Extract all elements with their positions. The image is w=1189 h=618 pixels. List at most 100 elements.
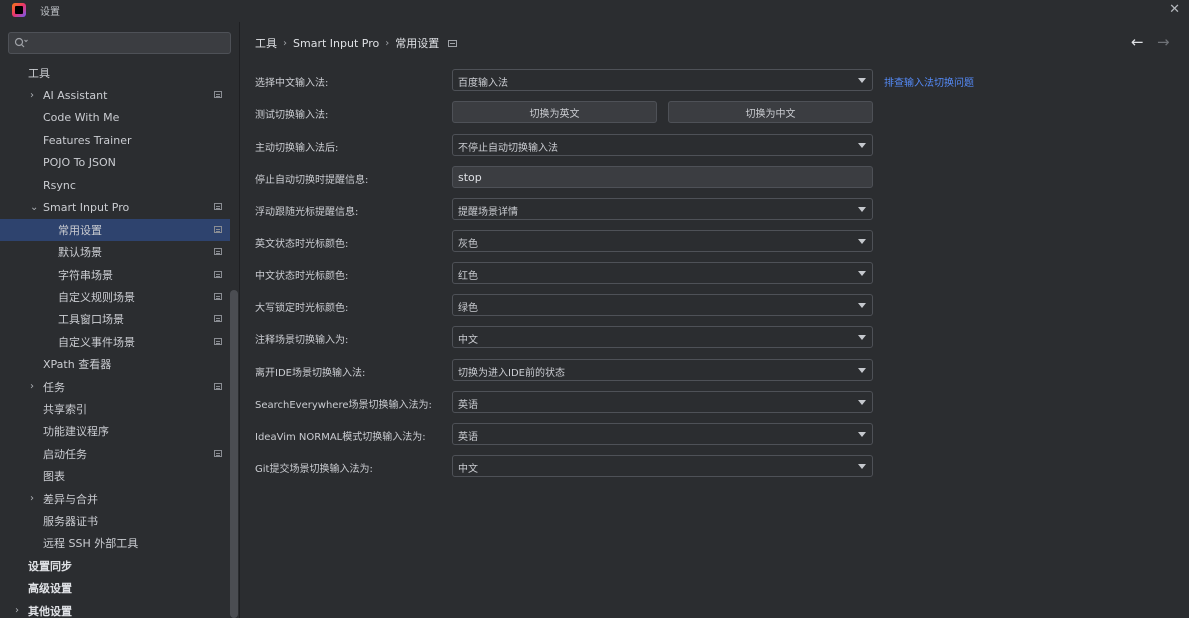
settings-search-box[interactable] [8, 32, 231, 54]
sidebar-item[interactable]: Code With Me [0, 107, 230, 129]
sidebar-item[interactable]: 服务器证书 [0, 510, 230, 532]
git-commit-label: Git提交场景切换输入法为: [255, 464, 373, 475]
project-level-icon [214, 449, 222, 457]
chevron-down-icon [858, 368, 866, 373]
ideavim-normal-select[interactable]: 英语 [452, 423, 873, 445]
chevron-right-icon[interactable]: › [30, 381, 34, 392]
chevron-down-icon[interactable]: ⌄ [30, 202, 38, 213]
search-everywhere-label: SearchEverywhere场景切换输入法为: [255, 400, 432, 411]
sidebar-item-label: 高级设置 [28, 582, 72, 596]
sidebar-item[interactable]: 工具 [0, 62, 230, 84]
sidebar-item[interactable]: 常用设置 [0, 218, 230, 241]
breadcrumb: 工具 › Smart Input Pro › 常用设置 [255, 35, 458, 51]
breadcrumb-item-current: 常用设置 [395, 37, 440, 50]
sidebar-item[interactable]: › 任务 [0, 376, 230, 398]
search-icon [14, 37, 28, 48]
sidebar-item[interactable]: › 其他设置 [0, 600, 230, 618]
sidebar-item-label: AI Assistant [43, 88, 108, 102]
git-commit-select[interactable]: 中文 [452, 455, 873, 477]
sidebar-item[interactable]: 启动任务 [0, 443, 230, 465]
sidebar-item-label: 自定义事件场景 [58, 335, 135, 349]
sidebar-item[interactable]: 自定义规则场景 [0, 286, 230, 308]
search-everywhere-select[interactable]: 英语 [452, 391, 873, 413]
sidebar-scrollbar[interactable] [230, 290, 238, 618]
sidebar-item[interactable]: XPath 查看器 [0, 353, 230, 375]
switch-to-english-button[interactable]: 切换为英文 [452, 101, 657, 123]
comment-scene-select[interactable]: 中文 [452, 326, 873, 348]
sidebar-item-label: 功能建议程序 [43, 425, 109, 439]
breadcrumb-item-plugin[interactable]: Smart Input Pro [293, 37, 379, 50]
sidebar-item[interactable]: 共享索引 [0, 398, 230, 420]
breadcrumb-separator: › [385, 37, 390, 49]
sidebar-item[interactable]: 工具窗口场景 [0, 308, 230, 330]
sidebar-item[interactable]: 默认场景 [0, 241, 230, 263]
sidebar-item[interactable]: 远程 SSH 外部工具 [0, 532, 230, 554]
ime-value: 百度输入法 [458, 78, 508, 89]
git-commit-value: 中文 [458, 464, 478, 475]
project-level-icon [214, 248, 222, 256]
sidebar-item-label: 启动任务 [43, 447, 87, 461]
sidebar-item[interactable]: 自定义事件场景 [0, 331, 230, 353]
sidebar-item-label: 自定义规则场景 [58, 291, 135, 304]
chevron-right-icon[interactable]: › [30, 90, 34, 101]
sidebar-item-label: POJO To JSON [43, 156, 116, 170]
breadcrumb-separator: › [283, 37, 287, 49]
after-manual-switch-select[interactable]: 不停止自动切换输入法 [452, 134, 873, 156]
project-level-icon [214, 293, 222, 300]
sidebar-item[interactable]: POJO To JSON [0, 152, 230, 174]
sidebar-item[interactable]: › AI Assistant [0, 84, 230, 106]
en-cursor-color-select[interactable]: 灰色 [452, 230, 873, 252]
stop-tip-input[interactable] [453, 167, 872, 187]
back-arrow-icon[interactable]: ← [1131, 33, 1144, 51]
ime-label: 选择中文输入法: [255, 78, 329, 89]
sidebar-item[interactable]: 图表 [0, 465, 230, 487]
sidebar-item[interactable]: Features Trainer [0, 129, 230, 151]
sidebar-item[interactable]: 高级设置 [0, 577, 230, 599]
window-title: 设置 [40, 6, 60, 18]
sidebar-item-label: Code With Me [43, 111, 120, 125]
close-icon[interactable]: ✕ [1169, 2, 1180, 17]
float-tip-value: 提醒场景详情 [458, 207, 518, 218]
chevron-right-icon[interactable]: › [30, 493, 34, 504]
sidebar-item-label: 远程 SSH 外部工具 [43, 537, 139, 551]
chevron-down-icon [858, 239, 866, 244]
comment-scene-value: 中文 [458, 335, 478, 346]
project-level-icon [448, 39, 458, 47]
breadcrumb-item-tools[interactable]: 工具 [255, 35, 277, 51]
settings-content: 工具 › Smart Input Pro › 常用设置 ← → 选择中文输入法:… [241, 22, 1189, 618]
leave-ide-value: 切换为进入IDE前的状态 [458, 368, 565, 379]
sidebar-item-label: 服务器证书 [43, 515, 98, 528]
leave-ide-label: 离开IDE场景切换输入法: [255, 368, 366, 379]
chevron-down-icon [858, 271, 866, 276]
ime-select[interactable]: 百度输入法 [452, 69, 873, 91]
forward-arrow-icon[interactable]: → [1157, 33, 1170, 51]
sidebar-item-label: Features Trainer [43, 133, 132, 147]
chevron-down-icon [858, 143, 866, 148]
sidebar-item[interactable]: 设置同步 [0, 555, 230, 577]
float-tip-label: 浮动跟随光标提醒信息: [255, 207, 359, 218]
sidebar-item[interactable]: 功能建议程序 [0, 420, 230, 442]
sidebar-item[interactable]: Rsync [0, 174, 230, 196]
sidebar-item[interactable]: ⌄ Smart Input Pro [0, 196, 230, 218]
chevron-right-icon[interactable]: › [15, 605, 19, 616]
chevron-down-icon [858, 303, 866, 308]
title-bar: 设置 ✕ [0, 0, 1189, 20]
switch-to-chinese-button[interactable]: 切换为中文 [668, 101, 873, 123]
stop-tip-field[interactable] [452, 166, 873, 188]
sidebar-item[interactable]: 字符串场景 [0, 264, 230, 286]
chevron-down-icon [858, 207, 866, 212]
float-tip-select[interactable]: 提醒场景详情 [452, 198, 873, 220]
caps-cursor-color-select[interactable]: 绿色 [452, 294, 873, 316]
leave-ide-select[interactable]: 切换为进入IDE前的状态 [452, 359, 873, 381]
search-input[interactable] [33, 35, 223, 51]
sidebar-item[interactable]: › 差异与合并 [0, 488, 230, 510]
project-level-icon [214, 91, 222, 99]
chevron-down-icon [858, 78, 866, 83]
ideavim-normal-value: 英语 [458, 432, 478, 443]
sidebar-item-label: Rsync [43, 178, 76, 192]
sidebar-item-label: 其他设置 [28, 604, 72, 618]
sidebar-item-label: Smart Input Pro [43, 200, 130, 214]
troubleshoot-link[interactable]: 排查输入法切换问题 [884, 74, 974, 89]
zh-cursor-color-select[interactable]: 红色 [452, 262, 873, 284]
chevron-down-icon [858, 400, 866, 405]
